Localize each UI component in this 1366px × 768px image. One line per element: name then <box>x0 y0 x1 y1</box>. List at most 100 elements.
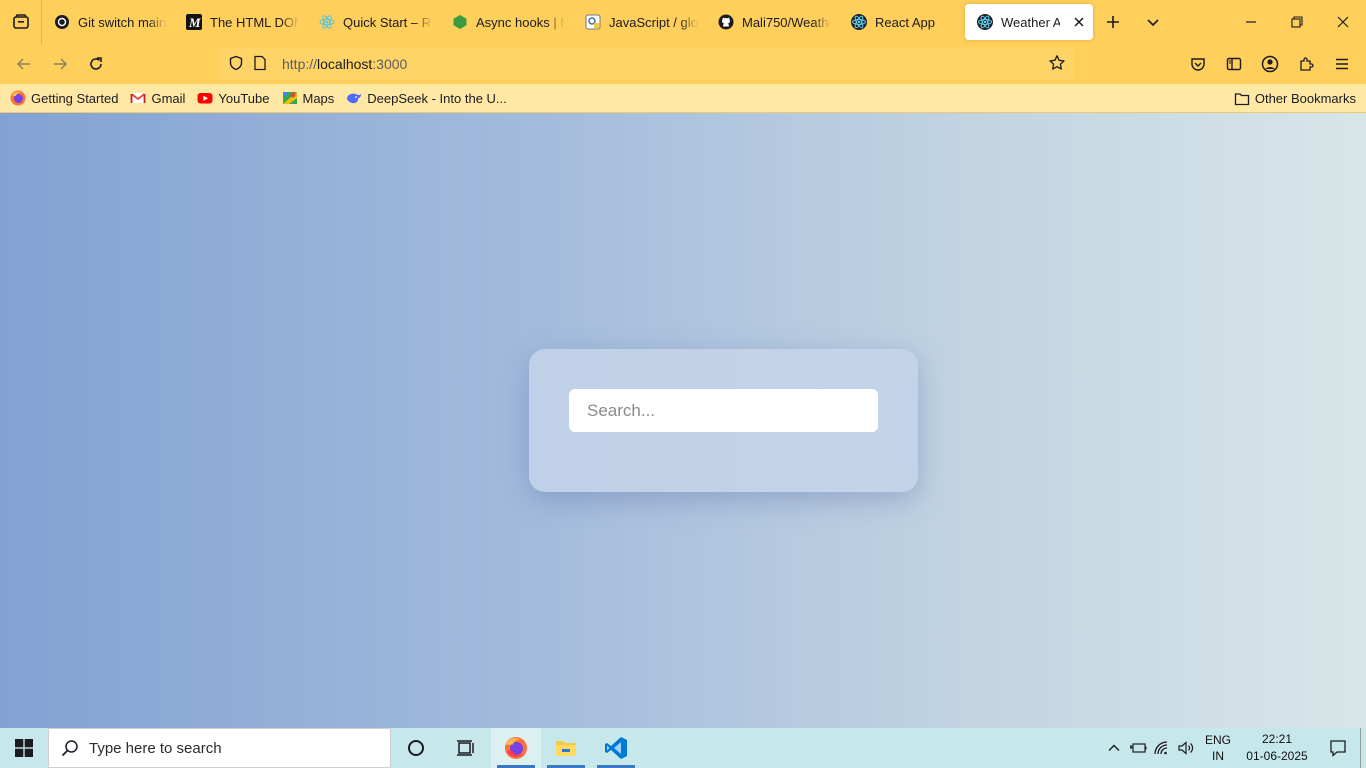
taskbar-search-box[interactable]: Type here to search <box>48 728 391 768</box>
system-tray: ENG IN 22:21 01-06-2025 <box>1102 728 1366 768</box>
reload-icon <box>90 57 102 70</box>
task-view-icon <box>457 740 474 756</box>
tracking-protection-shield-icon[interactable] <box>228 55 244 74</box>
openai-icon <box>54 14 70 30</box>
chevron-up-icon <box>1108 744 1120 751</box>
back-arrow-icon <box>16 58 30 70</box>
plus-icon <box>1107 16 1119 28</box>
action-center-button[interactable] <box>1316 728 1360 768</box>
pocket-icon <box>1191 58 1205 71</box>
tab-label: Weather App <box>1001 14 1061 30</box>
url-host: localhost <box>317 56 373 72</box>
minimize-button[interactable] <box>1228 0 1274 44</box>
url-scheme: http:// <box>282 56 318 72</box>
battery-plug-icon <box>1130 743 1147 753</box>
bookmark-label: YouTube <box>218 90 270 106</box>
taskbar-firefox[interactable] <box>491 728 541 768</box>
bookmark-youtube[interactable]: YouTube <box>197 90 270 106</box>
tab-strip: Git switch main u M The HTML DOM A Quick… <box>0 0 1366 44</box>
bookmark-getting-started[interactable]: Getting Started <box>10 90 118 106</box>
url-bar[interactable]: http://localhost:3000 <box>220 48 1074 80</box>
back-button[interactable] <box>6 48 42 80</box>
account-button[interactable] <box>1252 48 1288 80</box>
search-input[interactable] <box>569 389 878 432</box>
clock-time: 22:21 <box>1261 732 1293 746</box>
bookmark-gmail[interactable]: Gmail <box>130 90 185 106</box>
close-tab-button[interactable] <box>1072 14 1085 30</box>
pocket-button[interactable] <box>1180 48 1216 80</box>
close-window-button[interactable] <box>1320 0 1366 44</box>
show-desktop-button[interactable] <box>1360 728 1366 768</box>
tab-label: React App <box>875 14 935 30</box>
sidebar-icon <box>1226 57 1242 71</box>
firefox-view-button[interactable] <box>0 0 42 44</box>
forward-arrow-icon <box>54 58 68 70</box>
list-all-tabs-button[interactable] <box>1133 0 1173 44</box>
tab-label: Quick Start – Rea <box>343 14 432 30</box>
restore-button[interactable] <box>1274 0 1320 44</box>
new-tab-button[interactable] <box>1093 0 1133 44</box>
close-icon <box>1074 17 1084 27</box>
notification-icon <box>1330 740 1346 757</box>
speaker-icon <box>1178 741 1194 755</box>
bookmark-label: Maps <box>302 90 335 106</box>
volume-button[interactable] <box>1174 728 1198 768</box>
tab-html-dom[interactable]: M The HTML DOM A <box>174 0 307 44</box>
firefox-icon <box>10 90 26 106</box>
bookmark-deepseek[interactable]: DeepSeek - Into the U... <box>346 90 507 106</box>
tab-react-app[interactable]: React App <box>839 0 965 44</box>
tab-weather-app[interactable]: Weather App <box>965 4 1093 40</box>
firefox-icon <box>505 737 527 759</box>
bookmark-label: DeepSeek - Into the U... <box>367 90 507 106</box>
bookmark-star-icon[interactable] <box>1048 54 1066 75</box>
input-language-indicator[interactable]: ENG IN <box>1198 732 1238 764</box>
taskbar-vscode[interactable] <box>591 728 641 768</box>
bookmark-label: Gmail <box>151 90 186 106</box>
folder-icon <box>556 741 576 756</box>
cortana-circle-icon <box>408 740 424 756</box>
tab-label: The HTML DOM A <box>210 14 299 30</box>
svg-text:M: M <box>188 15 201 30</box>
tab-git-switch[interactable]: Git switch main u <box>42 0 174 44</box>
react-icon <box>977 14 993 30</box>
windows-logo-icon <box>15 739 33 757</box>
bookmarks-toolbar: Getting Started Gmail YouTube Maps DeepS… <box>0 84 1366 113</box>
tab-mali750-weather[interactable]: Mali750/Weather <box>706 0 839 44</box>
search-icon <box>61 740 78 757</box>
hamburger-menu-icon <box>1336 58 1348 70</box>
sidebar-button[interactable] <box>1216 48 1252 80</box>
tab-javascript-glob[interactable]: JavaScript / glob <box>573 0 706 44</box>
windows-taskbar: Type here to search ENG IN 22:21 01-06-2… <box>0 728 1366 768</box>
deepseek-icon <box>346 90 362 106</box>
other-bookmarks-folder[interactable]: Other Bookmarks <box>1234 84 1356 113</box>
battery-button[interactable] <box>1126 728 1150 768</box>
weather-app-page <box>0 113 1366 728</box>
minimize-icon <box>1246 21 1256 23</box>
medium-icon: M <box>186 14 202 30</box>
taskbar-clock[interactable]: 22:21 01-06-2025 <box>1238 731 1316 765</box>
menu-button[interactable] <box>1324 48 1360 80</box>
other-bookmarks-label: Other Bookmarks <box>1254 91 1356 106</box>
language-code: ENG <box>1204 733 1231 747</box>
nodejs-icon <box>452 14 468 30</box>
language-region: IN <box>1212 749 1224 763</box>
start-button[interactable] <box>0 728 48 768</box>
reload-button[interactable] <box>78 48 114 80</box>
github-icon <box>718 14 734 30</box>
tab-async-hooks[interactable]: Async hooks | No <box>440 0 573 44</box>
firefox-view-icon <box>12 14 29 29</box>
cortana-button[interactable] <box>391 728 441 768</box>
tab-quick-start[interactable]: Quick Start – Rea <box>307 0 440 44</box>
react-icon <box>319 14 335 30</box>
task-view-button[interactable] <box>441 728 491 768</box>
tab-label: JavaScript / glob <box>609 14 698 30</box>
youtube-icon <box>197 90 213 106</box>
forward-button[interactable] <box>42 48 78 80</box>
show-hidden-icons-button[interactable] <box>1102 728 1126 768</box>
extensions-button[interactable] <box>1288 48 1324 80</box>
page-info-icon[interactable] <box>252 55 268 74</box>
bookmark-maps[interactable]: Maps <box>282 90 335 106</box>
wifi-icon <box>1154 741 1168 755</box>
taskbar-file-explorer[interactable] <box>541 728 591 768</box>
network-button[interactable] <box>1150 728 1174 768</box>
